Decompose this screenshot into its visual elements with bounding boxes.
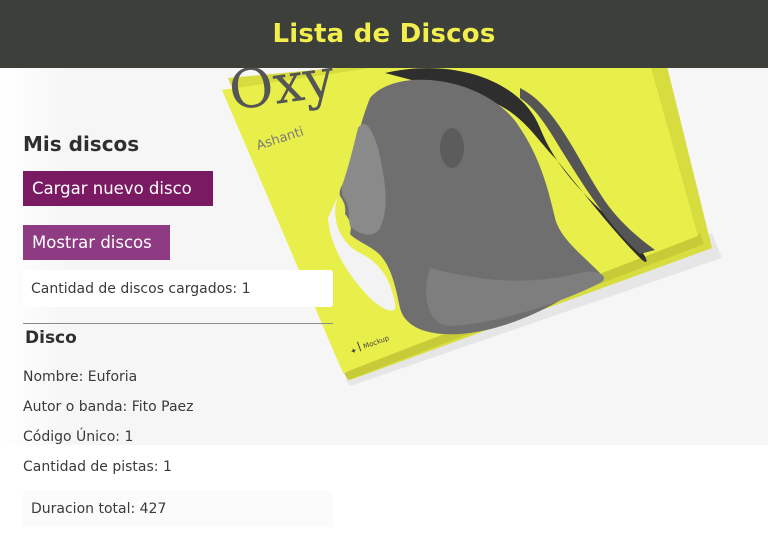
disc-count-text: Cantidad de discos cargados: 1 — [31, 280, 251, 297]
disc-name: Nombre: Euforia — [23, 369, 138, 385]
load-disc-button[interactable]: Cargar nuevo disco — [23, 171, 213, 206]
disc-code: Código Único: 1 — [23, 429, 134, 445]
disc-duration-box: Duracion total: 427 — [23, 491, 333, 527]
section-title: Mis discos — [23, 132, 140, 156]
page-title: Lista de Discos — [272, 19, 496, 49]
page-header: Lista de Discos — [0, 0, 768, 68]
disc-duration: Duracion total: 427 — [31, 501, 167, 517]
disc-heading: Disco — [25, 328, 77, 348]
disc-author: Autor o banda: Fito Paez — [23, 399, 194, 415]
disc-count-box: Cantidad de discos cargados: 1 — [23, 270, 333, 307]
show-discs-button[interactable]: Mostrar discos — [23, 225, 170, 260]
disc-tracks: Cantidad de pistas: 1 — [23, 459, 172, 475]
divider — [23, 323, 333, 324]
